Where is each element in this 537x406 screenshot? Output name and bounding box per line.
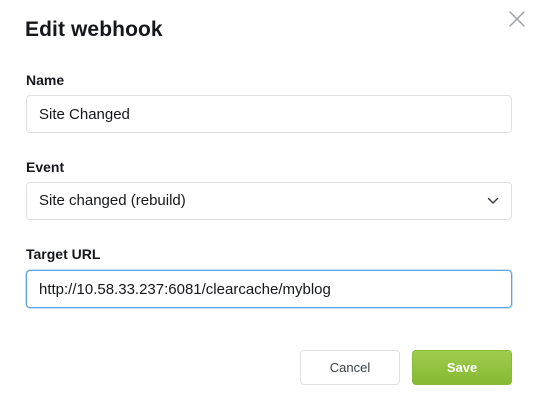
event-selected-value: Site changed (rebuild) [39,192,186,209]
event-select[interactable]: Site changed (rebuild) [26,182,512,220]
cancel-button[interactable]: Cancel [300,350,400,385]
close-icon [509,11,525,27]
close-button[interactable] [504,6,530,32]
save-button[interactable]: Save [412,350,512,385]
event-label: Event [26,159,65,175]
target-url-label: Target URL [26,246,101,262]
name-label: Name [26,72,65,88]
name-input[interactable] [26,95,512,133]
edit-webhook-dialog: Edit webhook Name Event Site changed (re… [0,0,537,406]
target-url-input[interactable] [26,270,512,308]
chevron-down-icon [487,197,499,204]
dialog-title: Edit webhook [25,18,163,41]
